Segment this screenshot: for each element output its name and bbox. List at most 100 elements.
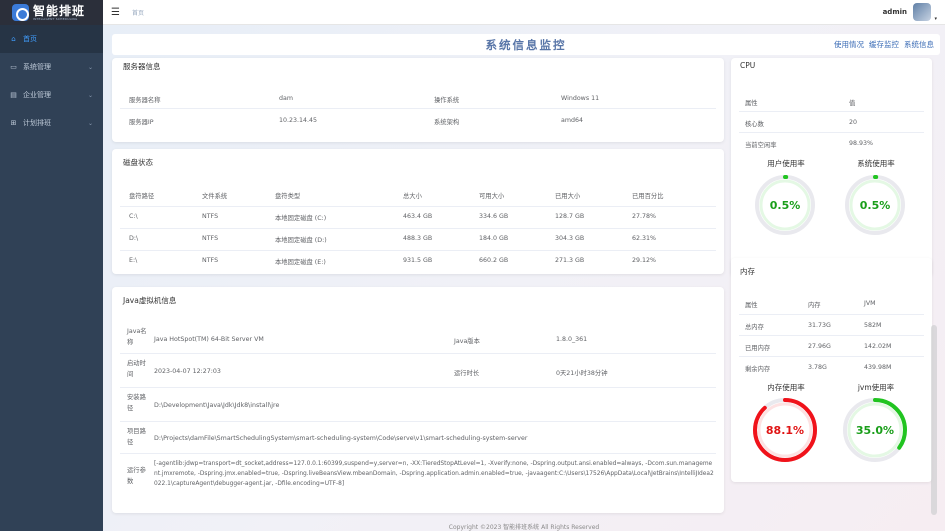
table-cell: 27.78%: [632, 213, 657, 220]
label: 启动时间: [127, 360, 146, 378]
memory-card: 内存 属性 内存 JVM 总内存 31.73G 582M 已用内存 27.96G…: [731, 258, 932, 482]
label: Java版本: [454, 338, 480, 345]
user-usage-label: 用户使用率: [767, 159, 805, 168]
value: Windows 11: [561, 95, 600, 102]
label: 总内存: [745, 324, 764, 331]
jvm-usage-label: jvm使用率: [857, 383, 895, 392]
table-cell: NTFS: [202, 213, 219, 220]
table-cell: 本地固定磁盘 (D:): [275, 237, 327, 244]
logo: 智能排班 INTELLIGENT SCHEDULING: [0, 0, 103, 25]
jvm-info-card: Java虚拟机信息 Java名称 Java HotSpot(TM) 64-Bit…: [112, 287, 724, 513]
user-name: admin: [882, 8, 907, 16]
value: 0天21小时38分钟: [556, 370, 608, 377]
table-header: 内存: [808, 302, 821, 309]
user-usage-gauge: 0.5%: [755, 175, 815, 235]
sidebar-item-home[interactable]: ⌂ 首页: [0, 25, 103, 53]
table-header: 文件系统: [202, 193, 228, 200]
label: 剩余内存: [745, 366, 771, 373]
table-cell: 128.7 GB: [555, 213, 585, 220]
disk-status-card: 磁盘状态 盘符路径 文件系统 盘符类型 总大小 可用大小 已用大小 已用百分比 …: [112, 149, 724, 274]
user-menu[interactable]: admin: [882, 3, 937, 22]
logo-title: 智能排班: [33, 3, 86, 18]
card-title: 内存: [740, 267, 755, 276]
table-cell: 660.2 GB: [479, 257, 509, 264]
table-cell: 304.3 GB: [555, 235, 585, 242]
value: 2023-04-07 12:27:03: [154, 368, 221, 375]
scrollbar[interactable]: [931, 325, 937, 515]
value: 27.96G: [808, 343, 831, 350]
sidebar-item-label: 系统管理: [23, 63, 51, 71]
sidebar-item-label: 企业管理: [23, 91, 51, 99]
label: 已用内存: [745, 345, 771, 352]
navbar: ☰ 首页 admin: [103, 0, 945, 25]
footer: Copyright ©2023 智能排班系统 All Rights Reserv…: [448, 524, 600, 531]
table-cell: 62.31%: [632, 235, 657, 242]
value: D:\Projects\damFile\SmartSchedulingSyste…: [154, 435, 528, 442]
table-cell: 334.6 GB: [479, 213, 509, 220]
page-title: 系统信息监控: [485, 38, 567, 52]
value: 98.93%: [849, 140, 874, 147]
chevron-down-icon: ⌄: [87, 91, 93, 99]
value: 10.23.14.45: [279, 117, 318, 124]
sidebar-item-schedule[interactable]: ⊞ 计划排班 ⌄: [0, 109, 103, 137]
jvm-usage-gauge: 35.0%: [843, 398, 907, 462]
table-cell: 931.5 GB: [403, 257, 433, 264]
label: 当前空闲率: [745, 142, 777, 149]
sidebar-item-label: 计划排班: [23, 119, 51, 127]
value: amd64: [561, 117, 584, 124]
label: Java名称: [127, 328, 147, 346]
title-bar: 系统信息监控 使用情况 缓存监控 系统信息: [112, 34, 940, 55]
value: 582M: [864, 322, 882, 329]
value: Java HotSpot(TM) 64-Bit Server VM: [154, 336, 264, 343]
label: 系统架构: [434, 119, 460, 126]
card-title: 服务器信息: [123, 62, 161, 71]
sidebar-item-system[interactable]: ▭ 系统管理 ⌄: [0, 53, 103, 81]
system-usage-label: 系统使用率: [857, 159, 895, 168]
table-cell: NTFS: [202, 235, 219, 242]
table-header: 值: [849, 100, 856, 107]
breadcrumb[interactable]: 首页: [132, 8, 144, 17]
server-info-card: 服务器信息 服务器名称 dam 操作系统 Windows 11 服务器IP 10…: [112, 58, 724, 142]
sidebar-item-enterprise[interactable]: ▤ 企业管理 ⌄: [0, 81, 103, 109]
system-usage-gauge: 0.5%: [845, 175, 905, 235]
label: 核心数: [745, 121, 764, 128]
table-header: 盘符类型: [275, 193, 301, 200]
value: 31.73G: [808, 322, 831, 329]
main-content: 系统信息监控 使用情况 缓存监控 系统信息 服务器信息 服务器名称 dam 操作…: [103, 25, 945, 531]
label: 服务器名称: [129, 97, 161, 104]
hamburger-icon[interactable]: ☰: [111, 7, 120, 18]
table-cell: 271.3 GB: [555, 257, 585, 264]
value: 439.98M: [864, 364, 892, 371]
value: 142.02M: [864, 343, 892, 350]
table-cell: 463.4 GB: [403, 213, 433, 220]
home-icon: ⌂: [11, 35, 16, 43]
value: 20: [849, 119, 858, 126]
value: dam: [279, 95, 293, 102]
table-header: 属性: [745, 100, 758, 107]
table-cell: 本地固定磁盘 (C:): [275, 215, 327, 222]
label: 安装路径: [127, 394, 146, 412]
value: D:\Development\Java\Jdk\Jdk8\install\jre: [154, 402, 280, 409]
card-title: 磁盘状态: [123, 158, 153, 167]
label: 运行参数: [127, 467, 146, 485]
table-header: 已用大小: [555, 193, 581, 200]
usage-link[interactable]: 使用情况: [834, 39, 864, 50]
card-title: Java虚拟机信息: [123, 296, 177, 305]
cpu-card: CPU 属性 值 核心数 20 当前空闲率 98.93% 用户使用率 系统使用率…: [731, 58, 932, 276]
table-cell: E:\: [129, 257, 138, 264]
gauge-value: 35.0%: [856, 424, 894, 437]
gauge-value: 0.5%: [860, 199, 891, 212]
value: 3.78G: [808, 364, 827, 371]
cache-monitor-link[interactable]: 缓存监控: [869, 39, 899, 50]
table-header: 总大小: [403, 193, 422, 200]
schedule-icon: ⊞: [10, 119, 17, 127]
table-header: JVM: [864, 300, 876, 307]
gauge-value: 0.5%: [770, 199, 801, 212]
table-header: 可用大小: [479, 193, 505, 200]
avatar[interactable]: [913, 3, 937, 22]
system-info-link[interactable]: 系统信息: [904, 39, 934, 50]
label: 运行时长: [454, 370, 480, 377]
monitor-icon: ▭: [10, 63, 17, 71]
chevron-down-icon: ⌄: [87, 63, 93, 71]
sidebar-item-label: 首页: [23, 35, 37, 43]
